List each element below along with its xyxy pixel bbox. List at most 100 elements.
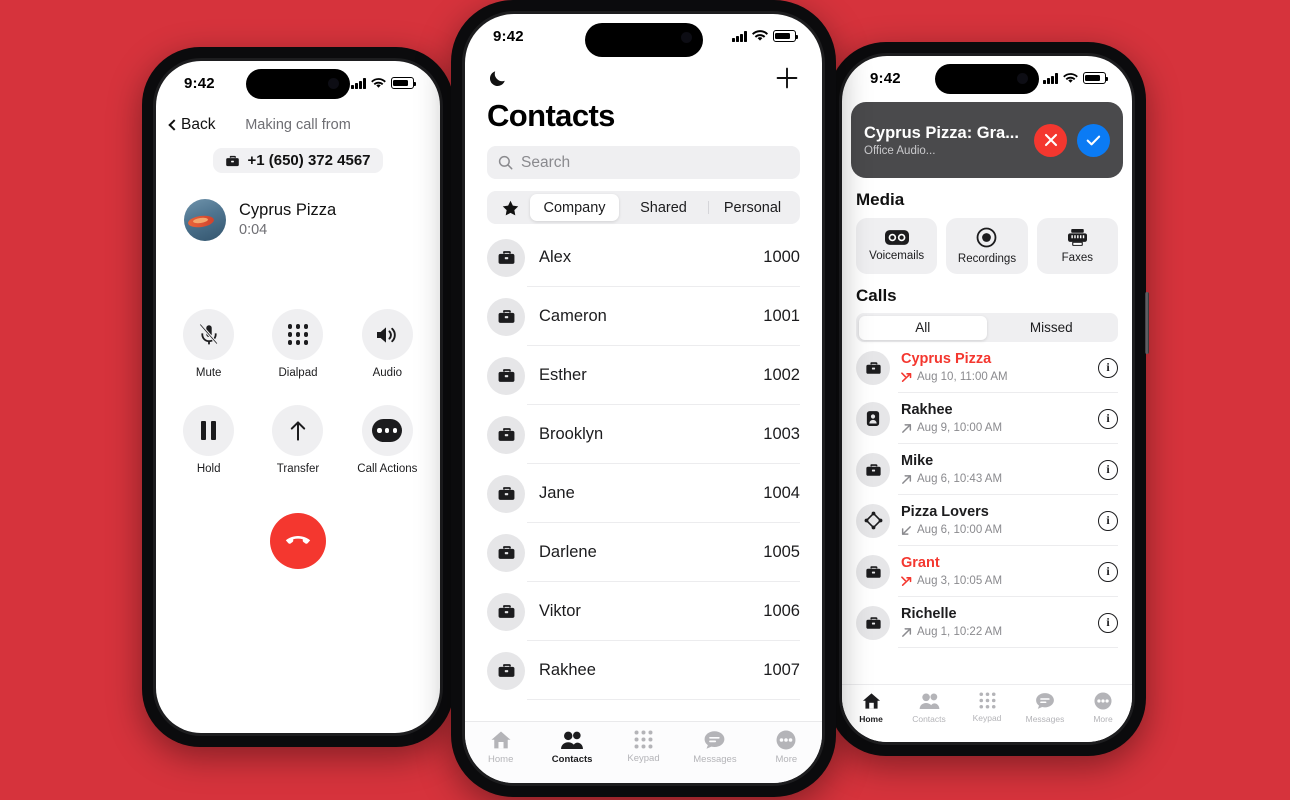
- info-icon[interactable]: i: [1098, 510, 1118, 531]
- dialpad-button[interactable]: Dialpad: [253, 309, 342, 379]
- more-icon: [1094, 692, 1112, 710]
- calls-filter-missed[interactable]: Missed: [987, 316, 1116, 340]
- call-time: Aug 10, 11:00 AM: [917, 371, 1008, 384]
- end-call-icon: [285, 536, 311, 544]
- navigation-bar: Back Making call from: [156, 105, 440, 139]
- hold-button[interactable]: Hold: [164, 405, 253, 475]
- status-time: 9:42: [870, 69, 901, 87]
- contact-name: Alex: [539, 248, 572, 266]
- info-icon[interactable]: i: [1098, 561, 1118, 582]
- tab-messages[interactable]: Messages: [679, 730, 750, 765]
- search-input[interactable]: Search: [487, 146, 800, 179]
- voicemails-card[interactable]: Voicemails: [856, 218, 938, 274]
- call-time: Aug 6, 10:43 AM: [917, 473, 1003, 486]
- voicemail-icon: [884, 230, 909, 245]
- contact-row[interactable]: Alex 1000: [465, 228, 822, 287]
- contact-name: Brooklyn: [539, 425, 604, 443]
- accept-call-button[interactable]: [1077, 123, 1110, 157]
- contact-row[interactable]: Rakhee 1007: [465, 641, 822, 700]
- contact-name: Rakhee: [539, 661, 596, 679]
- calls-filter-all[interactable]: All: [858, 315, 987, 340]
- contact-row[interactable]: Brooklyn 1003: [465, 405, 822, 464]
- favorites-star-button[interactable]: [490, 200, 530, 216]
- info-icon[interactable]: i: [1098, 612, 1118, 633]
- phone-power-button[interactable]: [1145, 292, 1149, 354]
- close-icon: [1044, 133, 1057, 147]
- transfer-button-circle: [272, 405, 324, 456]
- call-row[interactable]: Pizza Lovers Aug 6, 10:00 AM i: [842, 495, 1132, 546]
- tab-home[interactable]: Home: [842, 692, 900, 724]
- contact-row[interactable]: Darlene 1005: [465, 523, 822, 582]
- call-row[interactable]: Mike Aug 6, 10:43 AM i: [842, 444, 1132, 495]
- dialpad-button-circle: [272, 309, 324, 360]
- tab-keypad[interactable]: Keypad: [608, 730, 679, 764]
- tab-messages[interactable]: Messages: [1016, 692, 1074, 724]
- segment-personal[interactable]: Personal: [708, 194, 797, 221]
- back-label: Back: [181, 116, 216, 133]
- audio-button[interactable]: Audio: [343, 309, 432, 379]
- star-icon: [502, 200, 518, 215]
- call-row[interactable]: Richelle Aug 1, 10:22 AM i: [842, 597, 1132, 648]
- tab-contacts[interactable]: Contacts: [900, 692, 958, 724]
- call-time: Aug 1, 10:22 AM: [917, 626, 1003, 639]
- briefcase-icon: [487, 592, 525, 631]
- tab-bar: Home Contacts Keypad Messages More: [465, 721, 822, 783]
- tab-more[interactable]: More: [1074, 692, 1132, 724]
- segment-shared[interactable]: Shared: [619, 194, 708, 221]
- missed-call-icon: [901, 372, 912, 382]
- faxes-card[interactable]: Faxes: [1036, 218, 1118, 274]
- call-info: Richelle Aug 1, 10:22 AM: [901, 605, 1087, 641]
- incoming-call-title: Cyprus Pizza: Gra...: [864, 123, 1019, 142]
- decline-call-button[interactable]: [1034, 123, 1067, 157]
- callee-name: Cyprus Pizza: [239, 201, 337, 220]
- tab-home[interactable]: Home: [465, 730, 536, 765]
- contact-row[interactable]: Viktor 1006: [465, 582, 822, 641]
- tab-contacts[interactable]: Contacts: [536, 730, 607, 765]
- call-actions-button[interactable]: Call Actions: [343, 405, 432, 475]
- call-name: Grant: [901, 554, 940, 571]
- info-icon[interactable]: i: [1098, 408, 1118, 429]
- plus-icon[interactable]: [774, 65, 800, 91]
- home-icon: [862, 693, 880, 709]
- recordings-card[interactable]: Recordings: [946, 218, 1028, 274]
- call-name: Richelle: [901, 605, 957, 622]
- calling-from-pill[interactable]: +1 (650) 372 4567: [213, 148, 383, 173]
- call-meta: Aug 1, 10:22 AM: [901, 624, 1087, 640]
- tab-contacts-label: Contacts: [551, 754, 593, 765]
- hold-label: Hold: [196, 463, 221, 475]
- callee-row: Cyprus Pizza 0:04: [156, 173, 440, 241]
- tab-more[interactable]: More: [751, 730, 822, 765]
- mute-button[interactable]: Mute: [164, 309, 253, 379]
- call-info: Mike Aug 6, 10:43 AM: [901, 452, 1087, 488]
- messages-icon: [705, 731, 725, 749]
- outgoing-call-icon: [902, 424, 912, 433]
- contacts-icon: [561, 731, 584, 749]
- back-button[interactable]: Back: [168, 116, 216, 134]
- incoming-call-banner[interactable]: Cyprus Pizza: Gra... Office Audio...: [851, 102, 1123, 178]
- fax-icon: [1067, 228, 1087, 246]
- status-icons: [351, 77, 417, 89]
- contact-name: Darlene: [539, 543, 597, 561]
- contacts-segmented-control: Company Shared Personal: [487, 191, 800, 224]
- more-icon: [776, 730, 796, 750]
- contact-row[interactable]: Cameron 1001: [465, 287, 822, 346]
- moon-icon[interactable]: [487, 67, 509, 89]
- contact-row[interactable]: Esther 1002: [465, 346, 822, 405]
- call-row[interactable]: Rakhee Aug 9, 10:00 AM i: [842, 393, 1132, 444]
- briefcase-icon: [856, 350, 890, 385]
- end-call-button[interactable]: [270, 513, 326, 569]
- segment-company[interactable]: Company: [530, 194, 619, 221]
- tab-keypad[interactable]: Keypad: [958, 692, 1016, 723]
- contact-row[interactable]: Jane 1004: [465, 464, 822, 523]
- call-row[interactable]: Grant Aug 3, 10:05 AM i: [842, 546, 1132, 597]
- transfer-button[interactable]: Transfer: [253, 405, 342, 475]
- briefcase-icon: [487, 533, 525, 572]
- ellipsis-icon: [372, 419, 403, 442]
- info-icon[interactable]: i: [1098, 357, 1118, 378]
- info-icon[interactable]: i: [1098, 459, 1118, 480]
- incoming-call-text: Cyprus Pizza: Gra... Office Audio...: [864, 124, 1024, 157]
- call-meta: Aug 6, 10:00 AM: [901, 522, 1087, 538]
- contact-extension: 1005: [763, 543, 800, 561]
- call-row[interactable]: Cyprus Pizza Aug 10, 11:00 AM i: [842, 342, 1132, 393]
- incoming-call-icon: [901, 526, 911, 535]
